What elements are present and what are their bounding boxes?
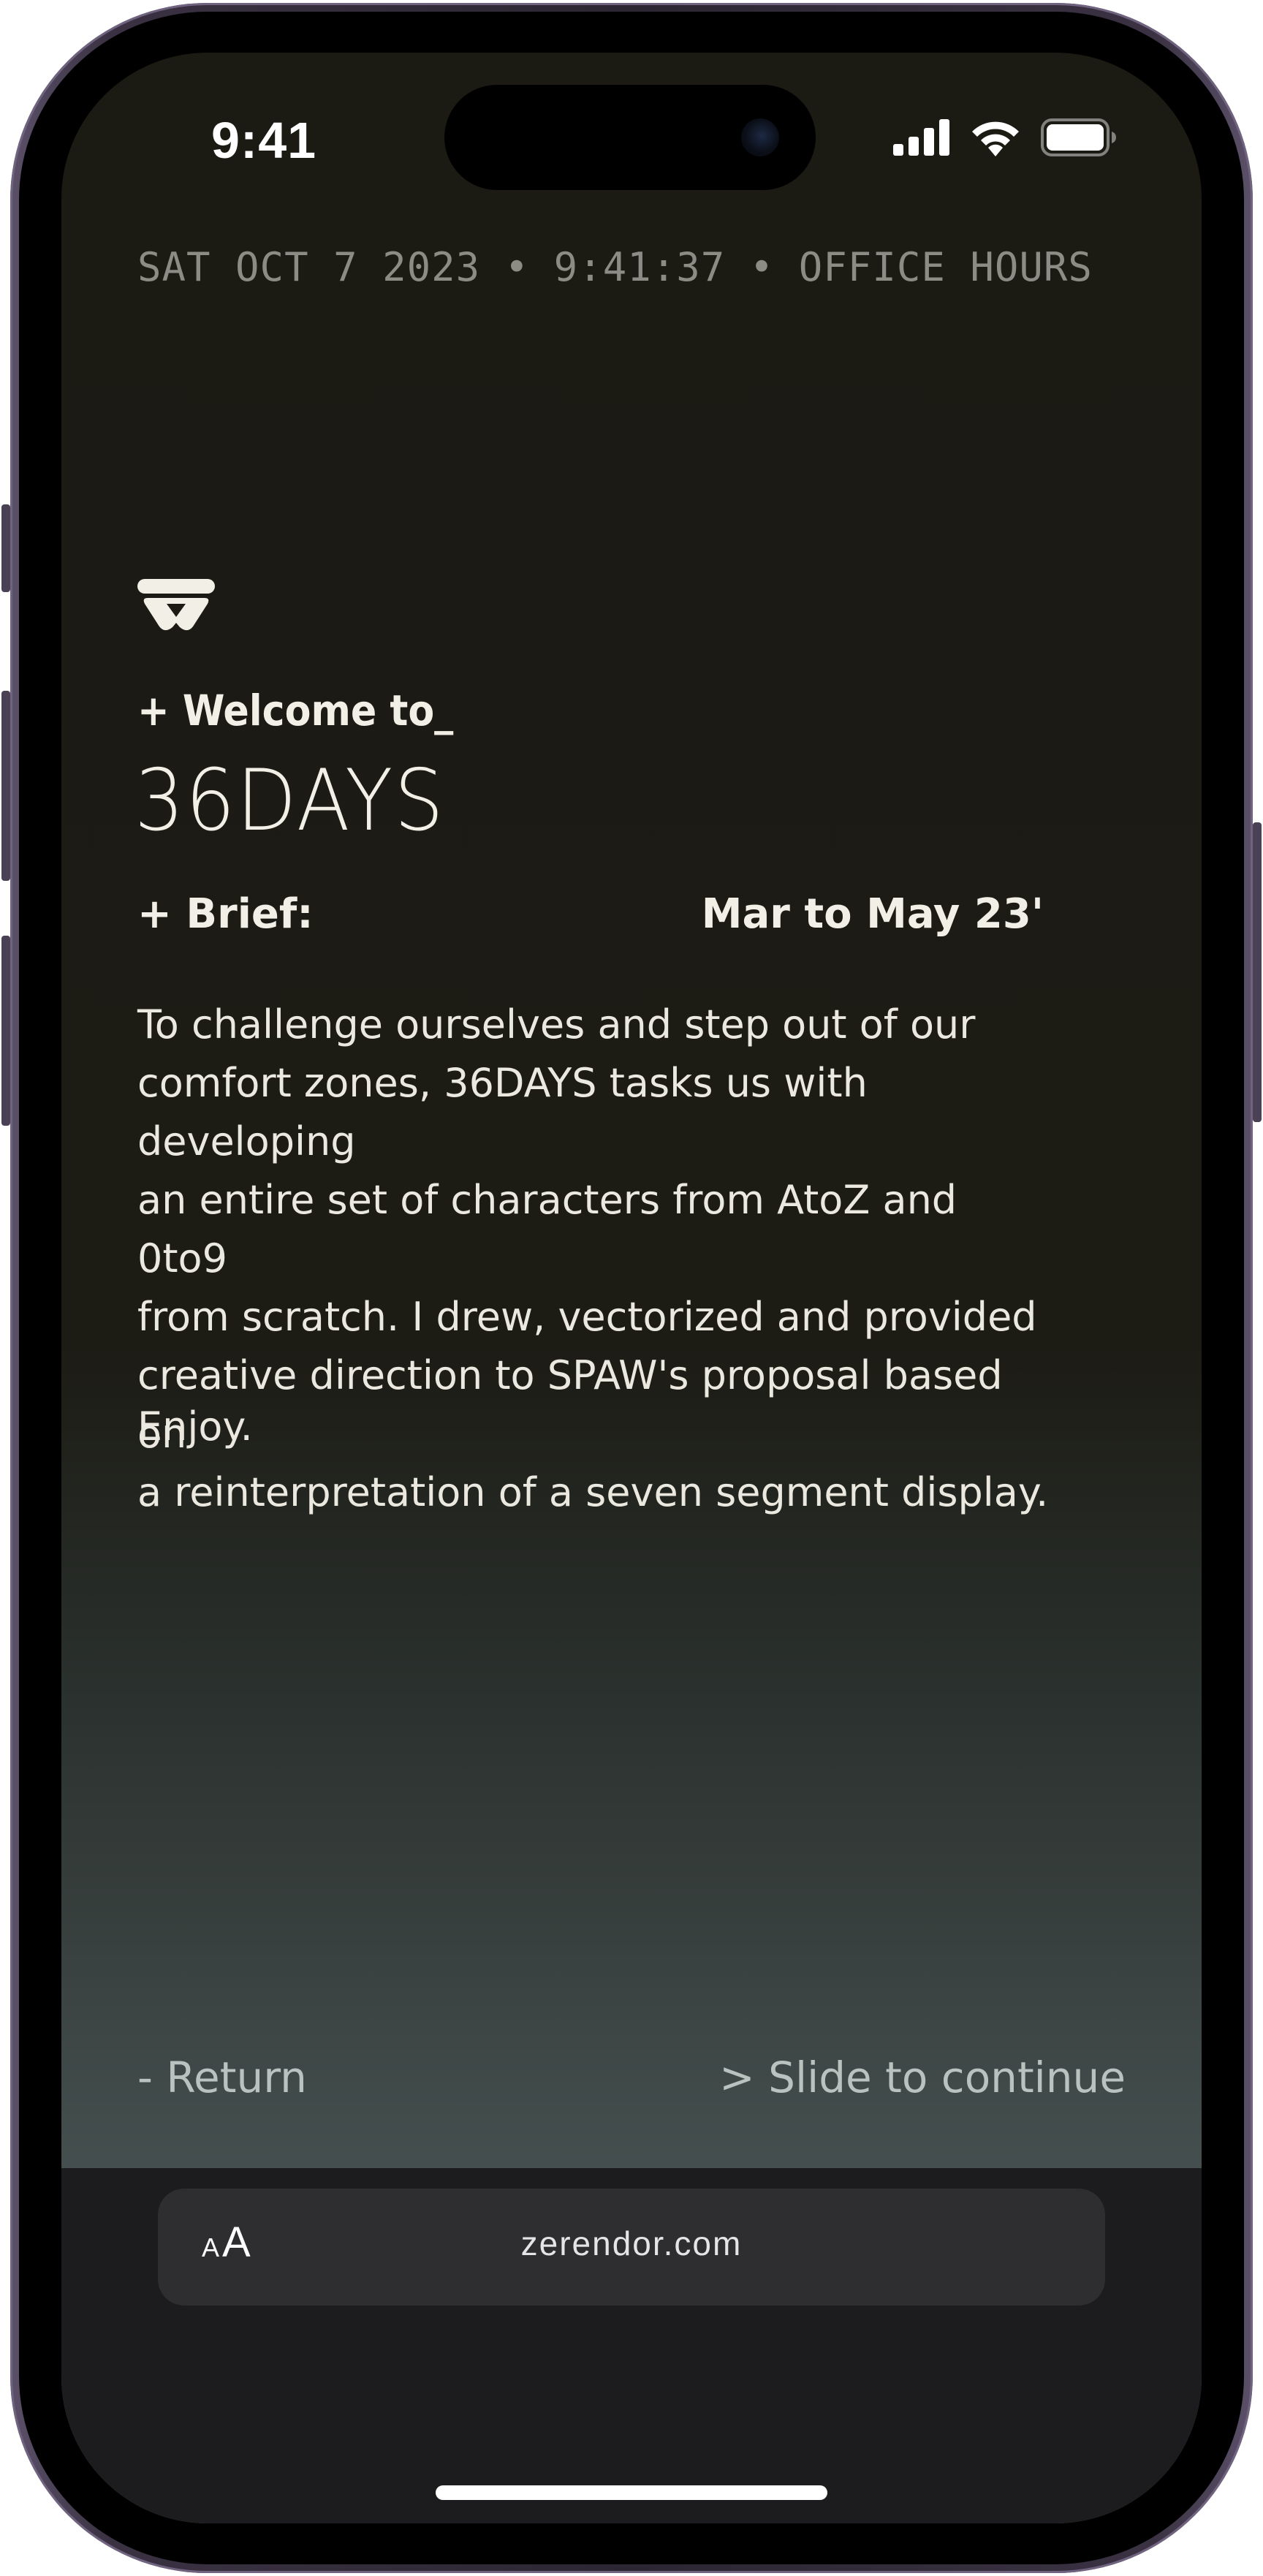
brief-line: creative direction to SPAW's proposal ba…: [137, 1352, 1003, 1457]
cellular-signal-icon: [893, 119, 949, 156]
address-bar[interactable]: A A zerendor.com: [158, 2189, 1105, 2306]
welcome-heading: + Welcome to_: [137, 686, 454, 735]
status-time: 9:41: [211, 112, 317, 169]
closing-text: Enjoy.: [137, 1403, 253, 1450]
brief-label: + Brief:: [137, 890, 314, 938]
brief-line: from scratch. I drew, vectorized and pro…: [137, 1294, 1037, 1340]
front-camera-icon: [741, 118, 779, 156]
return-link[interactable]: - Return: [137, 2053, 307, 2102]
page-title: 36DAYS: [134, 751, 445, 850]
battery-icon: [1041, 118, 1116, 156]
screen: 9:41 SAT OCT 7 2023 • 9:41:37 • OFFICE H…: [61, 53, 1202, 2523]
action-button: [1, 504, 10, 592]
power-button: [1253, 822, 1262, 1122]
volume-up-button: [1, 691, 10, 881]
browser-toolbar: A A zerendor.com: [61, 2168, 1202, 2523]
dynamic-island: [444, 85, 816, 190]
brief-line: To challenge ourselves and step out of o…: [137, 1001, 976, 1048]
brief-dates: Mar to May 23': [701, 890, 1044, 938]
brief-line: an entire set of characters from AtoZ an…: [137, 1177, 957, 1281]
url-text[interactable]: zerendor.com: [158, 2224, 1105, 2263]
brief-description: To challenge ourselves and step out of o…: [137, 996, 1058, 1522]
spaw-logo-icon: [137, 579, 215, 631]
brief-line: a reinterpretation of a seven segment di…: [137, 1469, 1049, 1515]
status-icons: [893, 115, 1117, 159]
slide-to-continue-link[interactable]: > Slide to continue: [719, 2053, 1126, 2102]
volume-down-button: [1, 936, 10, 1126]
brief-line: comfort zones, 36DAYS tasks us with deve…: [137, 1060, 868, 1164]
date-time-line: SAT OCT 7 2023 • 9:41:37 • OFFICE HOURS: [137, 244, 1093, 290]
home-indicator[interactable]: [436, 2485, 827, 2500]
wifi-icon: [972, 121, 1019, 156]
